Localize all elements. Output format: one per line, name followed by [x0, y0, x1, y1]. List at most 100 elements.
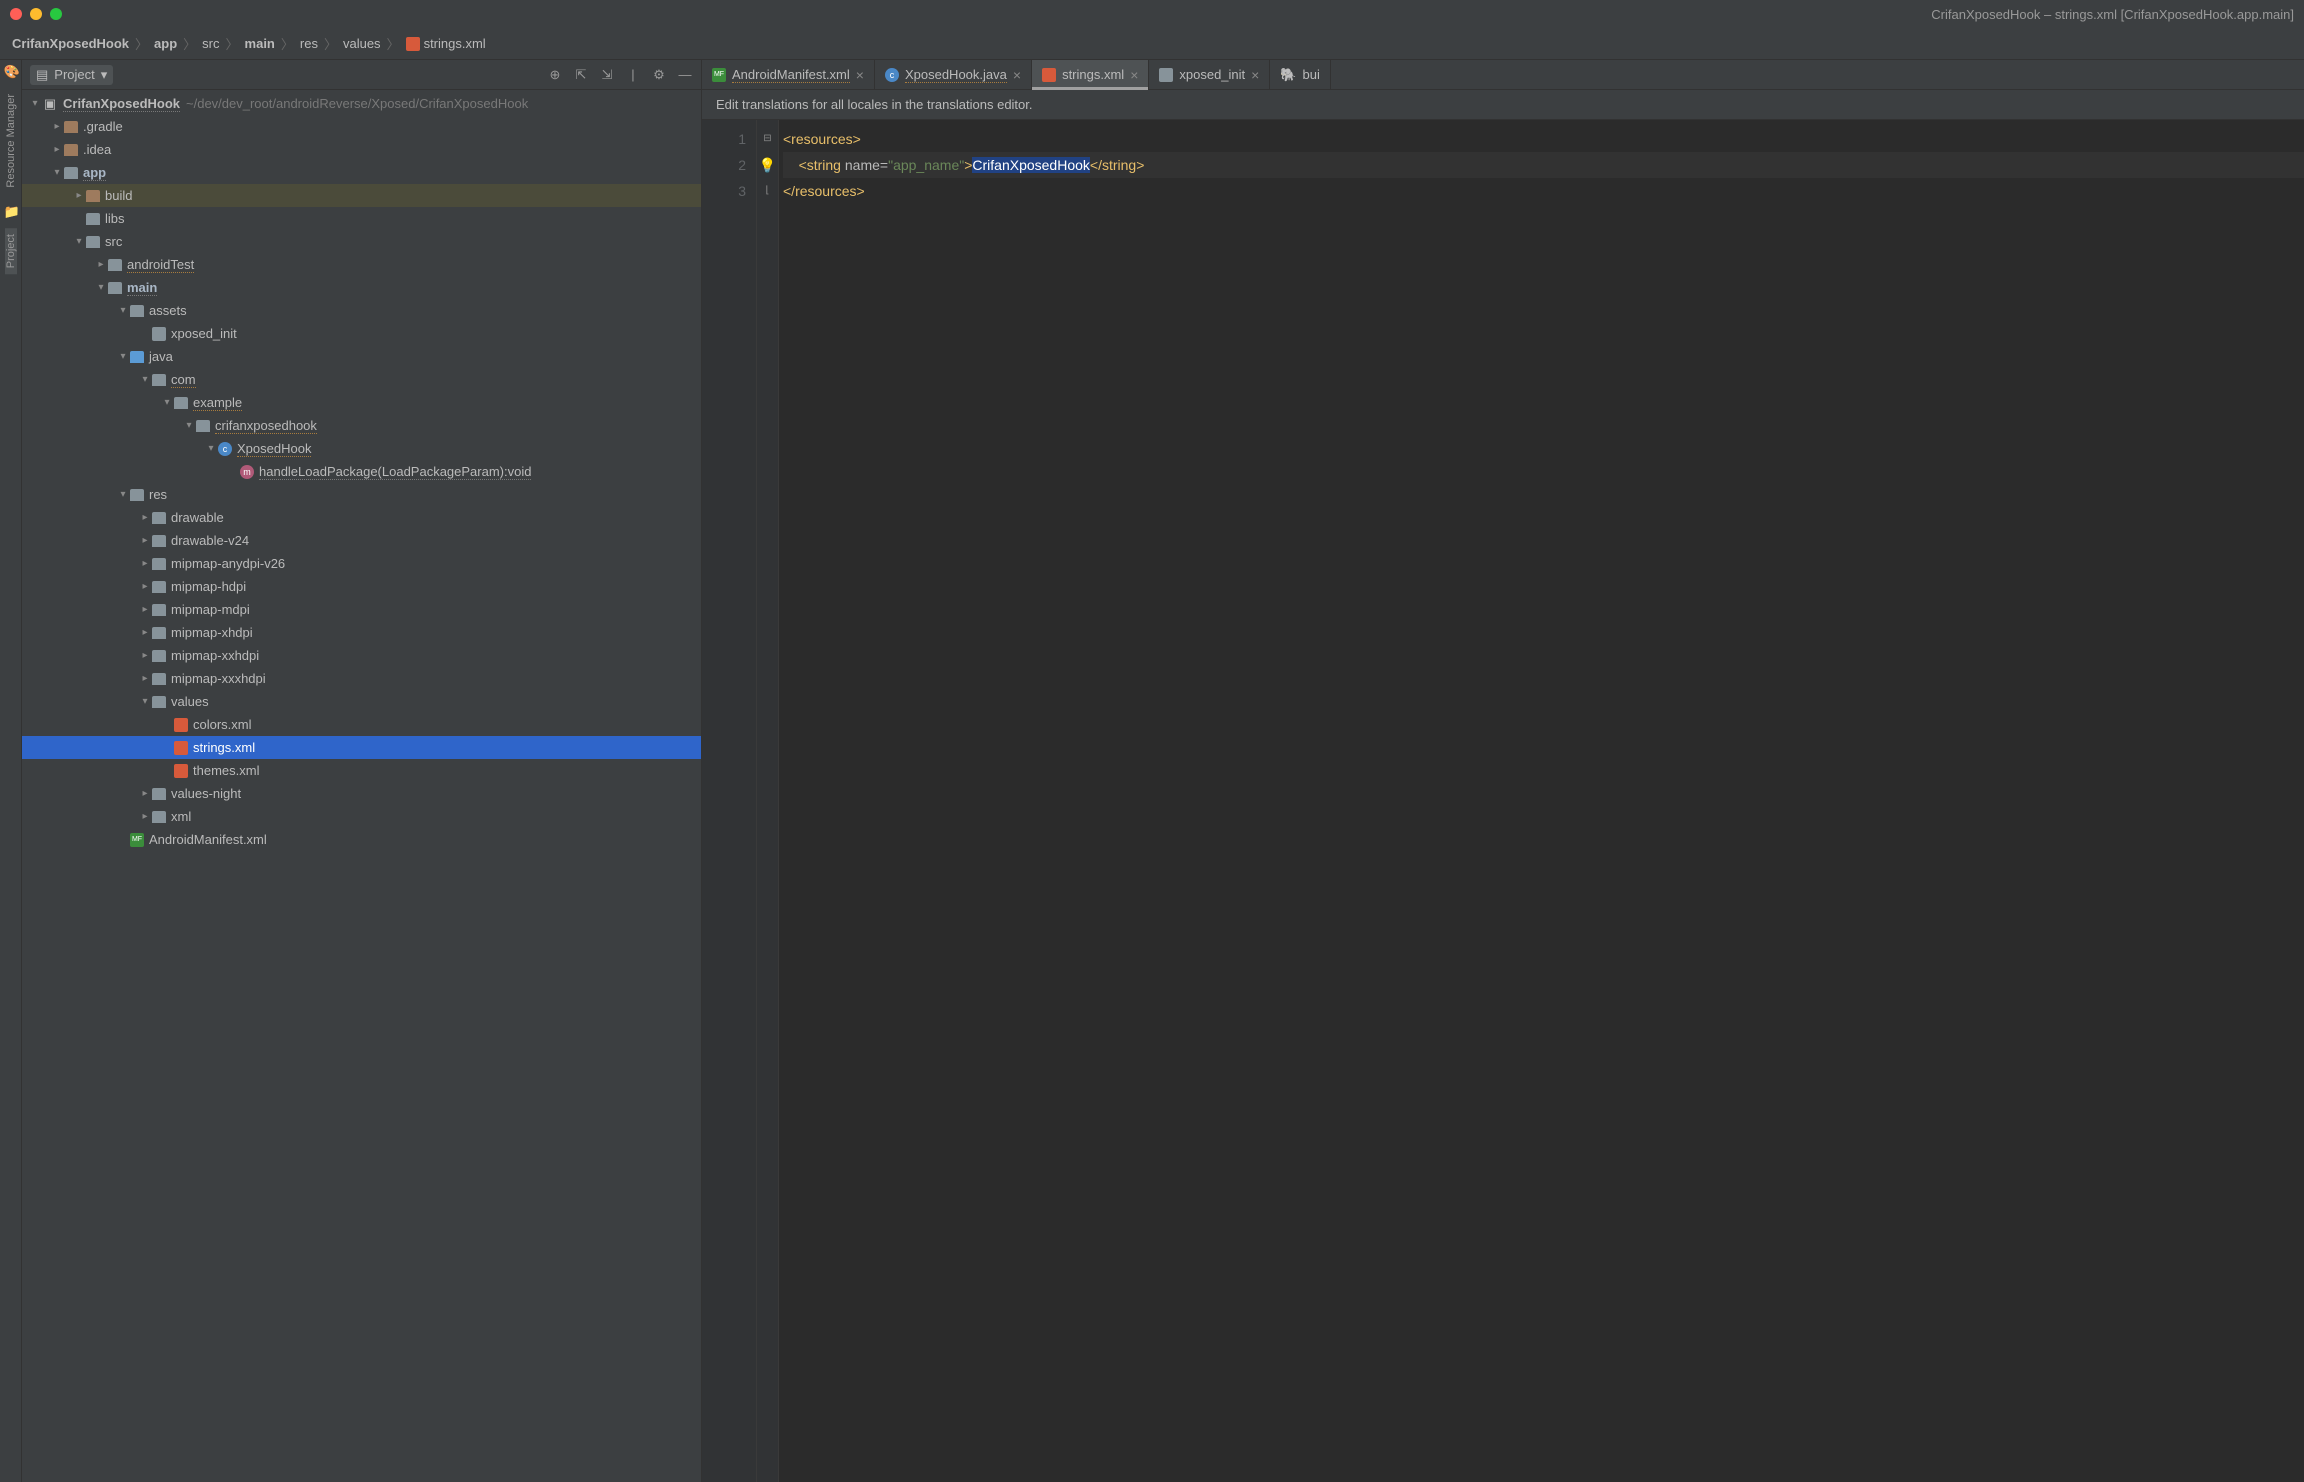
chevron-down-icon[interactable]: ▾ — [116, 305, 130, 316]
tree-node[interactable]: ▸ xml — [22, 805, 701, 828]
tab-build-gradle[interactable]: 🐘 bui — [1270, 60, 1331, 89]
tree-node[interactable]: ▾ src — [22, 230, 701, 253]
chevron-right-icon[interactable]: ▸ — [50, 121, 64, 132]
project-view-selector[interactable]: ▤ Project ▾ — [30, 65, 113, 85]
breadcrumb-item[interactable]: app — [154, 36, 177, 51]
tree-node[interactable]: ▸ mipmap-xxhdpi — [22, 644, 701, 667]
breadcrumb-item[interactable]: strings.xml — [406, 36, 486, 52]
tree-node-selected[interactable]: strings.xml — [22, 736, 701, 759]
breadcrumb-item[interactable]: values — [343, 36, 381, 51]
tab-xposed-init[interactable]: xposed_init × — [1149, 60, 1270, 89]
chevron-down-icon[interactable]: ▾ — [116, 489, 130, 500]
code-editor[interactable]: 1 2 3 ⊟ 💡 ⌊ <resources> <string name="ap… — [702, 120, 2304, 1482]
tree-node[interactable]: ▾ crifanxposedhook — [22, 414, 701, 437]
tree-node[interactable]: ▾ com — [22, 368, 701, 391]
tree-node[interactable]: ▸ mipmap-hdpi — [22, 575, 701, 598]
project-tab[interactable]: Project — [5, 228, 17, 274]
tree-node[interactable]: ▸ values-night — [22, 782, 701, 805]
close-window-button[interactable] — [10, 8, 22, 20]
fold-icon[interactable]: ⊟ — [757, 126, 778, 152]
tab-strings-xml[interactable]: strings.xml × — [1032, 60, 1149, 89]
tree-node[interactable]: ▾ java — [22, 345, 701, 368]
close-icon[interactable]: × — [856, 67, 864, 83]
tree-node[interactable]: m handleLoadPackage(LoadPackageParam):vo… — [22, 460, 701, 483]
breadcrumb-item[interactable]: src — [202, 36, 219, 51]
chevron-right-icon[interactable]: ▸ — [138, 535, 152, 546]
chevron-down-icon[interactable]: ▾ — [50, 167, 64, 178]
tree-node[interactable]: ▾ res — [22, 483, 701, 506]
chevron-right-icon[interactable]: ▸ — [138, 788, 152, 799]
close-icon[interactable]: × — [1013, 67, 1021, 83]
minimize-window-button[interactable] — [30, 8, 42, 20]
tree-node[interactable]: xposed_init — [22, 322, 701, 345]
chevron-right-icon[interactable]: ▸ — [138, 512, 152, 523]
close-icon[interactable]: × — [1251, 67, 1259, 83]
chevron-right-icon[interactable]: ▸ — [94, 259, 108, 270]
tree-node[interactable]: ▸ drawable-v24 — [22, 529, 701, 552]
chevron-down-icon[interactable]: ▾ — [28, 98, 42, 109]
tree-node[interactable]: ▸ androidTest — [22, 253, 701, 276]
hide-icon[interactable]: — — [677, 67, 693, 83]
tree-node[interactable]: ▾ assets — [22, 299, 701, 322]
chevron-right-icon[interactable]: ▸ — [138, 581, 152, 592]
tree-node[interactable]: colors.xml — [22, 713, 701, 736]
tree-node[interactable]: themes.xml — [22, 759, 701, 782]
tree-node[interactable]: ▸ mipmap-anydpi-v26 — [22, 552, 701, 575]
tree-node[interactable]: ▸ mipmap-xxxhdpi — [22, 667, 701, 690]
folder-icon — [152, 811, 166, 823]
tab-xposedhook[interactable]: c XposedHook.java × — [875, 60, 1032, 89]
tab-androidmanifest[interactable]: MF AndroidManifest.xml × — [702, 60, 875, 89]
tree-node[interactable]: ▸ mipmap-xhdpi — [22, 621, 701, 644]
tree-root[interactable]: ▾ ▣ CrifanXposedHook ~/dev/dev_root/andr… — [22, 92, 701, 115]
maximize-window-button[interactable] — [50, 8, 62, 20]
collapse-all-icon[interactable]: ⇲ — [599, 67, 615, 83]
target-icon[interactable]: ⊕ — [547, 67, 563, 83]
node-label: libs — [105, 211, 125, 226]
folder-icon — [152, 627, 166, 639]
node-label: androidTest — [127, 257, 194, 273]
tree-node[interactable]: ▾ main — [22, 276, 701, 299]
node-label: java — [149, 349, 173, 364]
chevron-down-icon[interactable]: ▾ — [94, 282, 108, 293]
chevron-down-icon[interactable]: ▾ — [72, 236, 86, 247]
xml-file-icon — [174, 718, 188, 732]
tree-node[interactable]: ▾ example — [22, 391, 701, 414]
resource-manager-tab[interactable]: Resource Manager — [5, 88, 17, 194]
chevron-down-icon[interactable]: ▾ — [204, 443, 218, 454]
tree-node[interactable]: ▾ c XposedHook — [22, 437, 701, 460]
breadcrumb-item[interactable]: CrifanXposedHook — [12, 36, 129, 51]
chevron-right-icon[interactable]: ▸ — [138, 604, 152, 615]
tree-node[interactable]: ▸ build — [22, 184, 701, 207]
tree-node[interactable]: libs — [22, 207, 701, 230]
chevron-down-icon[interactable]: ▾ — [160, 397, 174, 408]
chevron-right-icon[interactable]: ▸ — [138, 650, 152, 661]
chevron-down-icon[interactable]: ▾ — [138, 374, 152, 385]
tree-node[interactable]: MF AndroidManifest.xml — [22, 828, 701, 851]
chevron-right-icon[interactable]: ▸ — [138, 673, 152, 684]
node-label: values — [171, 694, 209, 709]
breadcrumb-item[interactable]: res — [300, 36, 318, 51]
tree-node[interactable]: ▸ .gradle — [22, 115, 701, 138]
tree-node[interactable]: ▾ values — [22, 690, 701, 713]
breadcrumb-item[interactable]: main — [245, 36, 275, 51]
chevron-down-icon[interactable]: ▾ — [138, 696, 152, 707]
line-number-gutter: 1 2 3 — [702, 120, 757, 1482]
close-icon[interactable]: × — [1130, 67, 1138, 83]
code-content[interactable]: <resources> <string name="app_name">Crif… — [779, 120, 2304, 1482]
tree-node[interactable]: ▸ .idea — [22, 138, 701, 161]
bulb-icon[interactable]: 💡 — [757, 152, 778, 178]
chevron-down-icon[interactable]: ▾ — [116, 351, 130, 362]
chevron-down-icon[interactable]: ▾ — [182, 420, 196, 431]
tree-node[interactable]: ▾ app — [22, 161, 701, 184]
chevron-right-icon[interactable]: ▸ — [138, 558, 152, 569]
chevron-right-icon[interactable]: ▸ — [50, 144, 64, 155]
tree-node[interactable]: ▸ mipmap-mdpi — [22, 598, 701, 621]
gear-icon[interactable]: ⚙ — [651, 67, 667, 83]
tree-node[interactable]: ▸ drawable — [22, 506, 701, 529]
project-tree[interactable]: ▾ ▣ CrifanXposedHook ~/dev/dev_root/andr… — [22, 90, 701, 1482]
editor-banner[interactable]: Edit translations for all locales in the… — [702, 90, 2304, 120]
chevron-right-icon[interactable]: ▸ — [138, 627, 152, 638]
chevron-right-icon[interactable]: ▸ — [138, 811, 152, 822]
chevron-right-icon[interactable]: ▸ — [72, 190, 86, 201]
expand-all-icon[interactable]: ⇱ — [573, 67, 589, 83]
